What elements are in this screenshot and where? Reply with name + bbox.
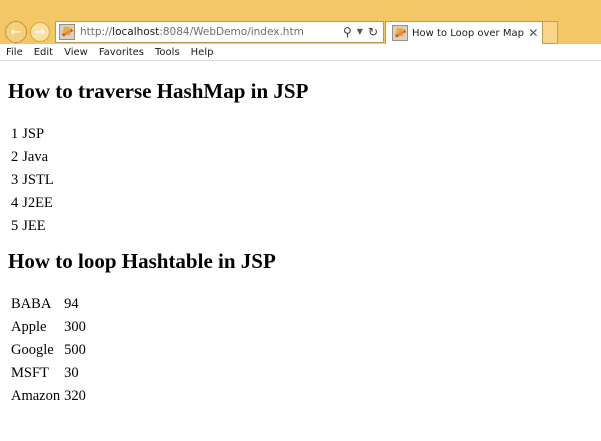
refresh-icon[interactable]: ↻ [368, 26, 378, 38]
map-value: JSTL [22, 172, 54, 188]
hashtable-heading: How to loop Hashtable in JSP [8, 249, 276, 273]
url-text[interactable]: http://localhost:8084/WebDemo/index.htm [80, 26, 343, 38]
menu-view[interactable]: View [64, 47, 88, 58]
table-key: Amazon [11, 388, 61, 404]
table-row: 3 JSTL [10, 170, 55, 191]
menu-file[interactable]: File [6, 47, 23, 58]
hashmap-heading: How to traverse HashMap in JSP [8, 79, 309, 103]
tab-active[interactable]: How to Loop over Map i.e. ... ✕ [385, 21, 543, 44]
table-row: Amazon 320 [10, 386, 87, 407]
map-key: 1 [11, 126, 19, 142]
hashmap-table: 1 JSP 2 Java 3 JSTL 4 J2EE 5 JEE [8, 122, 57, 239]
url-path: :8084/WebDemo/index.htm [159, 26, 304, 38]
tab-favicon-icon [392, 25, 408, 41]
forward-button[interactable]: → [30, 22, 50, 42]
table-row: 1 JSP [10, 124, 55, 145]
table-value: 500 [64, 342, 86, 358]
map-value: Java [22, 149, 49, 165]
menu-edit[interactable]: Edit [34, 47, 53, 58]
menu-favorites[interactable]: Favorites [99, 47, 144, 58]
menu-bar: File Edit View Favorites Tools Help [0, 44, 601, 61]
table-row: MSFT 30 [10, 363, 87, 384]
table-row: Apple 300 [10, 317, 87, 338]
back-arrow-icon: ← [10, 24, 22, 40]
browser-titlebar: ← → http://localhost:8084/WebDemo/index.… [0, 0, 601, 44]
map-value: JSP [22, 126, 45, 142]
menu-help[interactable]: Help [191, 47, 214, 58]
search-icon[interactable]: ⚲ [343, 26, 352, 38]
table-key: MSFT [11, 365, 49, 381]
url-host: localhost [112, 26, 160, 38]
menu-tools[interactable]: Tools [155, 47, 180, 58]
table-key: BABA [11, 296, 52, 312]
table-row: 4 J2EE [10, 193, 55, 214]
table-key: Google [11, 342, 54, 358]
table-row: 5 JEE [10, 216, 55, 237]
url-prefix: http:// [80, 26, 113, 38]
address-bar[interactable]: http://localhost:8084/WebDemo/index.htm … [55, 21, 384, 43]
table-key: Apple [11, 319, 47, 335]
map-key: 2 [11, 149, 19, 165]
table-row: 2 Java [10, 147, 55, 168]
table-row: Google 500 [10, 340, 87, 361]
map-key: 3 [11, 172, 19, 188]
table-value: 320 [64, 388, 86, 404]
map-value: J2EE [22, 195, 53, 211]
map-value: JEE [22, 218, 46, 234]
map-key: 5 [11, 218, 19, 234]
table-row: BABA 94 [10, 294, 87, 315]
hashtable-table: BABA 94 Apple 300 Google 500 MSFT 30 Ama… [8, 292, 89, 409]
table-value: 30 [64, 365, 79, 381]
tab-title: How to Loop over Map i.e. ... [412, 27, 528, 39]
back-button[interactable]: ← [5, 21, 27, 43]
favicon-icon [59, 24, 75, 40]
dropdown-icon[interactable]: ▼ [357, 28, 363, 36]
table-value: 94 [64, 296, 79, 312]
forward-arrow-icon: → [34, 24, 46, 40]
new-tab-button[interactable] [543, 21, 558, 44]
close-icon[interactable]: ✕ [528, 26, 539, 40]
map-key: 4 [11, 195, 19, 211]
table-value: 300 [64, 319, 86, 335]
